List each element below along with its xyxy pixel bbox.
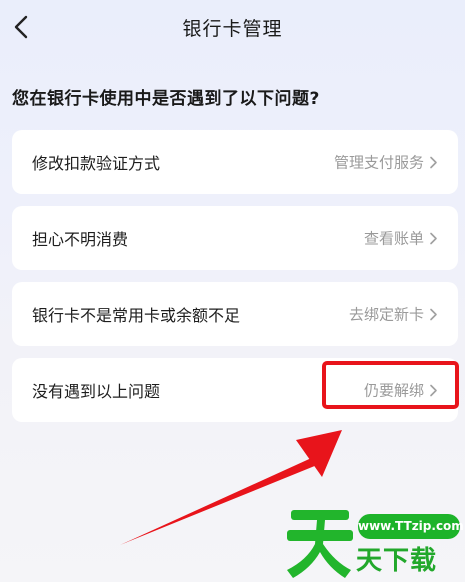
- option-label: 银行卡不是常用卡或余额不足: [32, 306, 241, 325]
- option-action-label: 查看账单: [363, 229, 424, 248]
- option-action[interactable]: 去绑定新卡: [349, 304, 438, 325]
- chevron-right-icon: [430, 232, 437, 244]
- option-action[interactable]: 查看账单: [364, 228, 438, 249]
- page-title: 银行卡管理: [182, 18, 283, 40]
- watermark-logo-icon: [287, 510, 353, 578]
- option-action-label: 去绑定新卡: [348, 305, 424, 324]
- option-action-label: 管理支付服务: [333, 153, 424, 172]
- watermark-text: 天下载: [356, 546, 438, 576]
- option-unknown-spending[interactable]: 担心不明消费 查看账单: [12, 206, 458, 270]
- option-card-not-common[interactable]: 银行卡不是常用卡或余额不足 去绑定新卡: [12, 282, 458, 346]
- option-action[interactable]: 管理支付服务: [334, 152, 438, 173]
- chevron-right-icon: [430, 308, 437, 320]
- option-label: 没有遇到以上问题: [32, 382, 161, 401]
- question-heading: 您在银行卡使用中是否遇到了以下问题?: [12, 89, 320, 109]
- watermark-url: www.TTzip.com: [358, 514, 464, 539]
- highlight-box: [322, 361, 459, 409]
- option-change-verification[interactable]: 修改扣款验证方式 管理支付服务: [12, 130, 458, 194]
- option-label: 修改扣款验证方式: [32, 154, 161, 173]
- chevron-right-icon: [430, 156, 437, 168]
- nav-bar: 银行卡管理: [0, 0, 465, 56]
- option-label: 担心不明消费: [32, 230, 129, 249]
